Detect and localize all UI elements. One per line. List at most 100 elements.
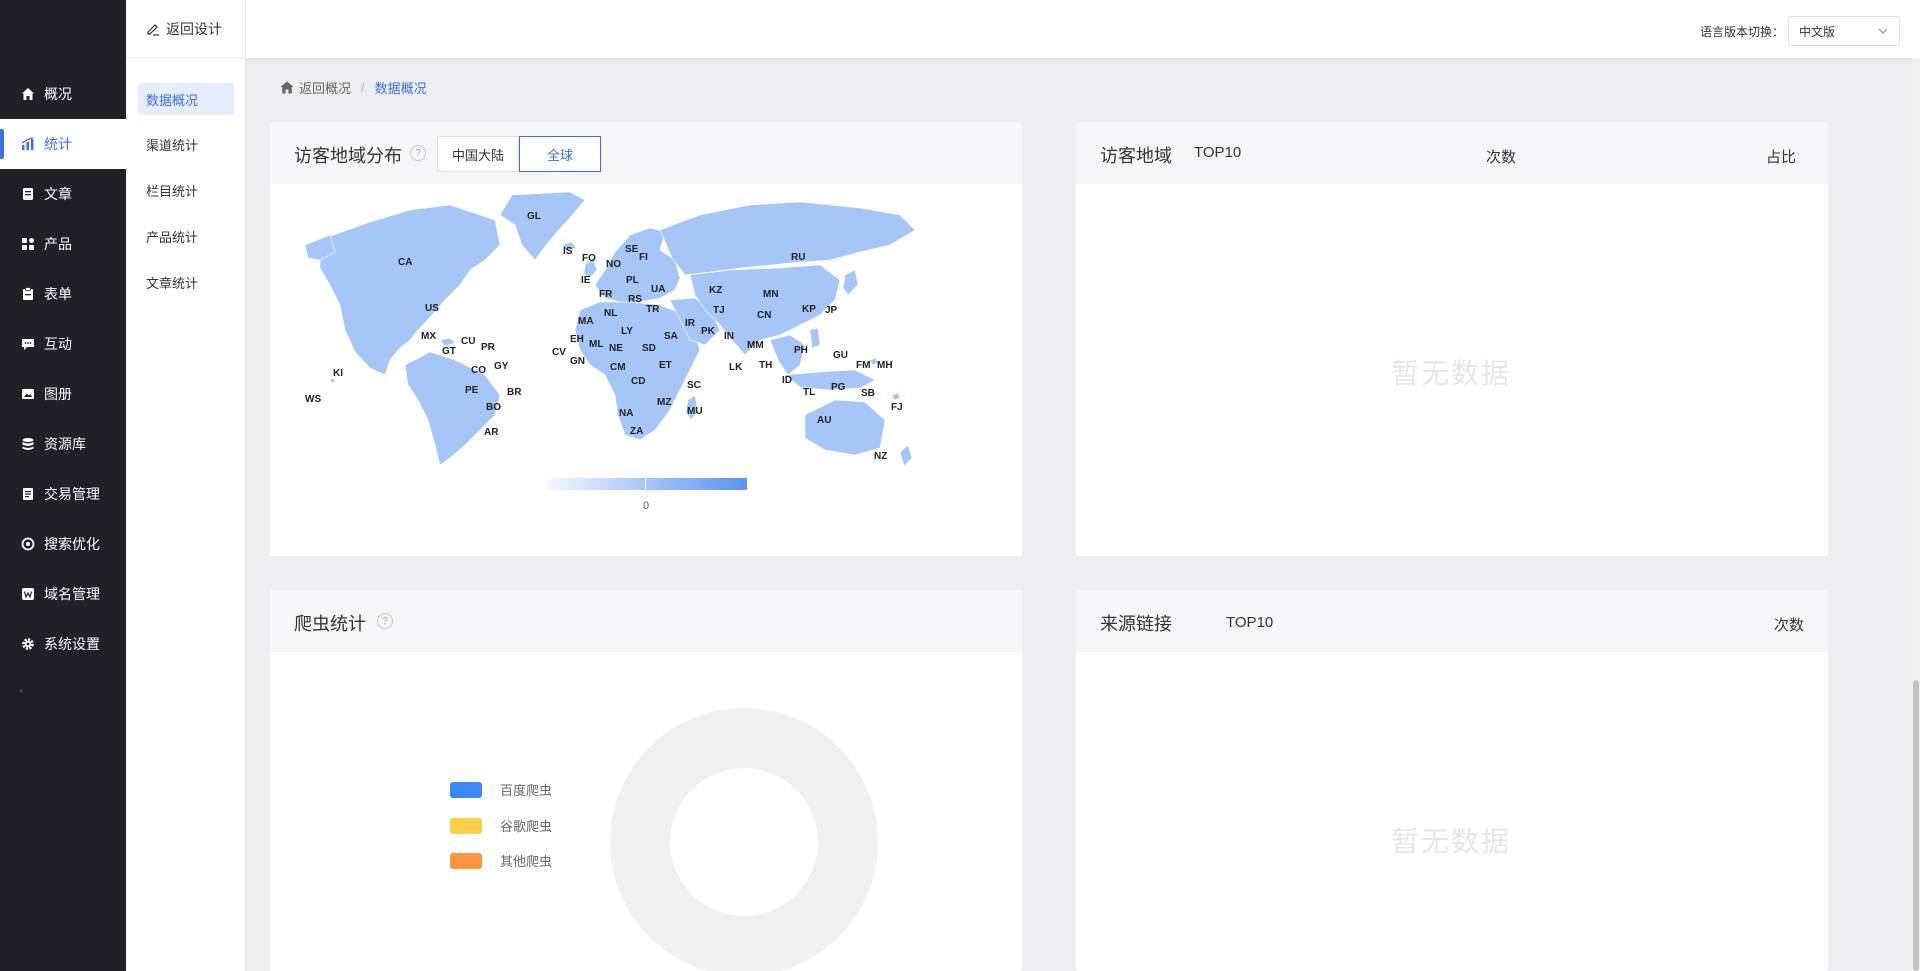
sub-item-channel-stats[interactable]: 渠道统计 <box>138 128 234 160</box>
map-label: LK <box>729 362 743 373</box>
map-region <box>439 337 456 347</box>
legend-label: 其他爬虫 <box>500 854 553 869</box>
seo-icon <box>20 536 36 552</box>
map-region <box>784 369 876 391</box>
nav-item-label: 产品 <box>44 236 72 252</box>
map-label: CA <box>398 257 413 268</box>
clipboard-icon <box>20 286 36 302</box>
tab-mainland-china[interactable]: 中国大陆 <box>437 136 519 172</box>
nav-item-statistics[interactable]: 统计 <box>0 119 126 169</box>
map-label: PL <box>626 275 639 286</box>
sub-nav: 返回设计 数据概况 渠道统计 栏目统计 产品统计 文章统计 <box>126 0 246 971</box>
tab-global[interactable]: 全球 <box>519 136 601 172</box>
map-label: MH <box>877 360 893 371</box>
top10-label: TOP10 <box>1226 614 1274 631</box>
map-label: NZ <box>874 451 888 462</box>
nav-item-seo[interactable]: 搜索优化 <box>0 519 126 569</box>
nav-item-overview[interactable]: 概况 <box>0 69 126 119</box>
nav-item-label: 互动 <box>44 336 72 352</box>
back-to-design-link[interactable]: 返回设计 <box>126 0 246 58</box>
order-icon <box>20 486 36 502</box>
pen-icon <box>146 22 160 36</box>
map-label: CD <box>631 376 646 387</box>
back-to-design-label: 返回设计 <box>166 20 222 37</box>
legend-label: 百度爬虫 <box>500 783 553 798</box>
panel-title: 来源链接 <box>1100 614 1172 634</box>
map-label: CM <box>610 362 626 373</box>
database-icon <box>20 436 36 452</box>
nav-item-forms[interactable]: 表单 <box>0 269 126 319</box>
nav-item-label: 系统设置 <box>44 636 100 652</box>
map-region <box>899 444 913 467</box>
grid-icon <box>20 236 36 252</box>
map-label: RS <box>628 294 642 305</box>
map-region <box>842 269 859 296</box>
nav-item-settings[interactable]: 系统设置 <box>0 619 126 669</box>
panel-title: 访客地域分布 <box>294 146 402 166</box>
panel-header: 访客地域 TOP10 次数 占比 <box>1076 122 1828 184</box>
map-label: IN <box>724 331 734 342</box>
nav-item-label: 统计 <box>44 136 72 152</box>
nav-item-albums[interactable]: 图册 <box>0 369 126 419</box>
legend-item-other[interactable]: 其他爬虫 <box>450 851 552 870</box>
map-label: IS <box>563 246 573 257</box>
map-label: JP <box>825 305 838 316</box>
language-value: 中文版 <box>1799 24 1836 39</box>
nav-item-interaction[interactable]: 互动 <box>0 319 126 369</box>
help-icon[interactable]: ? <box>410 145 426 161</box>
sub-item-data-overview[interactable]: 数据概况 <box>138 83 234 115</box>
nav-item-label: 概况 <box>44 86 72 102</box>
panel-header: 来源链接 TOP10 次数 <box>1076 590 1828 652</box>
map-region <box>804 399 886 456</box>
map-label: LY <box>621 326 633 337</box>
map-label: WS <box>305 394 322 405</box>
map-label: SC <box>687 380 701 391</box>
page-scrollbar-thumb[interactable] <box>1913 680 1919 971</box>
map-label: PR <box>481 342 495 353</box>
sub-item-column-stats[interactable]: 栏目统计 <box>138 174 234 206</box>
map-label: NO <box>606 259 621 270</box>
nav-item-transactions[interactable]: 交易管理 <box>0 469 126 519</box>
visitor-region-panel: 访客地域 TOP10 次数 占比 暂无数据 <box>1076 122 1828 556</box>
sub-item-product-stats[interactable]: 产品统计 <box>138 220 234 252</box>
legend-swatch <box>450 817 482 834</box>
breadcrumb-home-link[interactable]: 返回概况 <box>280 78 351 97</box>
language-select[interactable]: 中文版 <box>1788 16 1900 46</box>
home-icon <box>20 86 36 102</box>
map-label: ML <box>589 339 604 350</box>
map-label: FO <box>582 253 596 264</box>
map-label: CN <box>757 310 772 321</box>
crawler-donut-chart <box>610 708 878 971</box>
image-icon <box>20 386 36 402</box>
nav-item-label: 交易管理 <box>44 486 100 502</box>
nav-item-resources[interactable]: 资源库 <box>0 419 126 469</box>
nav-item-domains[interactable]: 域名管理 <box>0 569 126 619</box>
map-label: IE <box>581 275 591 286</box>
sub-item-article-stats[interactable]: 文章统计 <box>138 266 234 298</box>
crawler-panel: 爬虫统计 ? 百度爬虫 谷歌爬虫 其他爬虫 <box>270 590 1022 971</box>
legend-swatch <box>450 781 482 798</box>
map-region <box>891 392 901 401</box>
map-label: TL <box>803 387 816 398</box>
help-icon[interactable]: ? <box>377 613 393 629</box>
panel-header: 访客地域分布 ? 中国大陆 全球 <box>270 122 1022 184</box>
map-legend-tick <box>645 478 646 490</box>
map-region <box>659 201 916 276</box>
empty-state-text: 暂无数据 <box>1391 826 1512 857</box>
top-bar: 语言版本切换： 中文版 <box>246 0 1920 58</box>
legend-item-baidu[interactable]: 百度爬虫 <box>450 780 552 799</box>
map-label: EH <box>570 334 584 345</box>
map-label: MX <box>421 331 436 342</box>
map-label: MN <box>763 289 779 300</box>
nav-item-products[interactable]: 产品 <box>0 219 126 269</box>
domain-icon <box>20 586 36 602</box>
nav-item-articles[interactable]: 文章 <box>0 169 126 219</box>
map-label: IR <box>685 318 695 329</box>
map-label: FM <box>856 360 871 371</box>
top10-label: TOP10 <box>1194 144 1242 161</box>
map-label: AU <box>817 415 832 426</box>
legend-item-google[interactable]: 谷歌爬虫 <box>450 816 552 835</box>
document-icon <box>20 186 36 202</box>
map-label: TH <box>759 360 773 371</box>
map-region <box>809 327 821 349</box>
